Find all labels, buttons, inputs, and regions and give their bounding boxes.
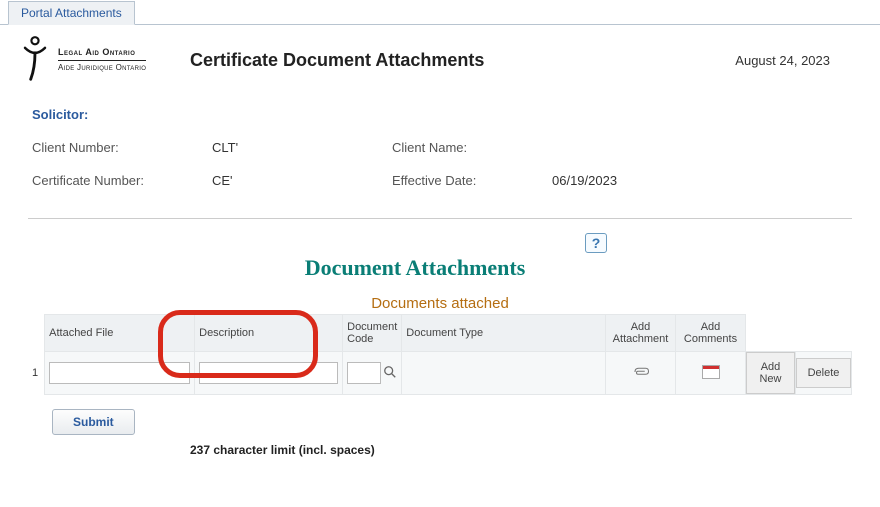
document-type-cell [402,352,606,395]
logo-text-en: Legal Aid Ontario [58,47,146,58]
table-caption: Documents attached [28,295,852,312]
page-date: August 24, 2023 [735,53,830,68]
row-index: 1 [28,352,45,395]
th-document-type: Document Type [402,315,606,352]
th-add-comments: Add Comments [676,315,746,352]
paperclip-icon[interactable] [632,370,650,382]
logo: Legal Aid Ontario Aide Juridique Ontario [20,35,160,85]
add-new-button[interactable]: Add New [746,352,795,394]
client-number-value: CLT' [212,140,392,155]
tab-label: Portal Attachments [21,6,122,20]
eff-date-label: Effective Date: [392,173,552,188]
section-title: Document Attachments [0,255,880,281]
th-document-code: Document Code [343,315,402,352]
submit-button[interactable]: Submit [52,409,135,435]
lookup-icon[interactable] [383,365,397,382]
th-add-attachment: Add Attachment [606,315,676,352]
document-code-input[interactable] [347,362,381,384]
th-description: Description [195,315,343,352]
eff-date-value: 06/19/2023 [552,173,617,188]
logo-icon [20,35,50,85]
th-attached-file: Attached File [45,315,195,352]
page-title: Certificate Document Attachments [190,50,705,71]
client-number-label: Client Number: [32,140,212,155]
documents-table: Attached File Description Document Code … [28,314,852,395]
header: Legal Aid Ontario Aide Juridique Ontario… [0,25,880,95]
logo-text-fr: Aide Juridique Ontario [58,63,146,73]
attached-file-input[interactable] [49,362,190,384]
delete-button[interactable]: Delete [796,358,851,388]
table-row: 1 [28,352,852,395]
cert-number-value: CE' [212,173,392,188]
calendar-icon[interactable] [702,365,720,379]
char-limit-note: 237 character limit (incl. spaces) [190,443,880,457]
solicitor-label: Solicitor: [32,107,848,122]
description-input[interactable] [199,362,338,384]
help-icon[interactable]: ? [585,233,607,253]
cert-number-label: Certificate Number: [32,173,212,188]
client-name-label: Client Name: [392,140,552,155]
tab-portal-attachments[interactable]: Portal Attachments [8,1,135,25]
